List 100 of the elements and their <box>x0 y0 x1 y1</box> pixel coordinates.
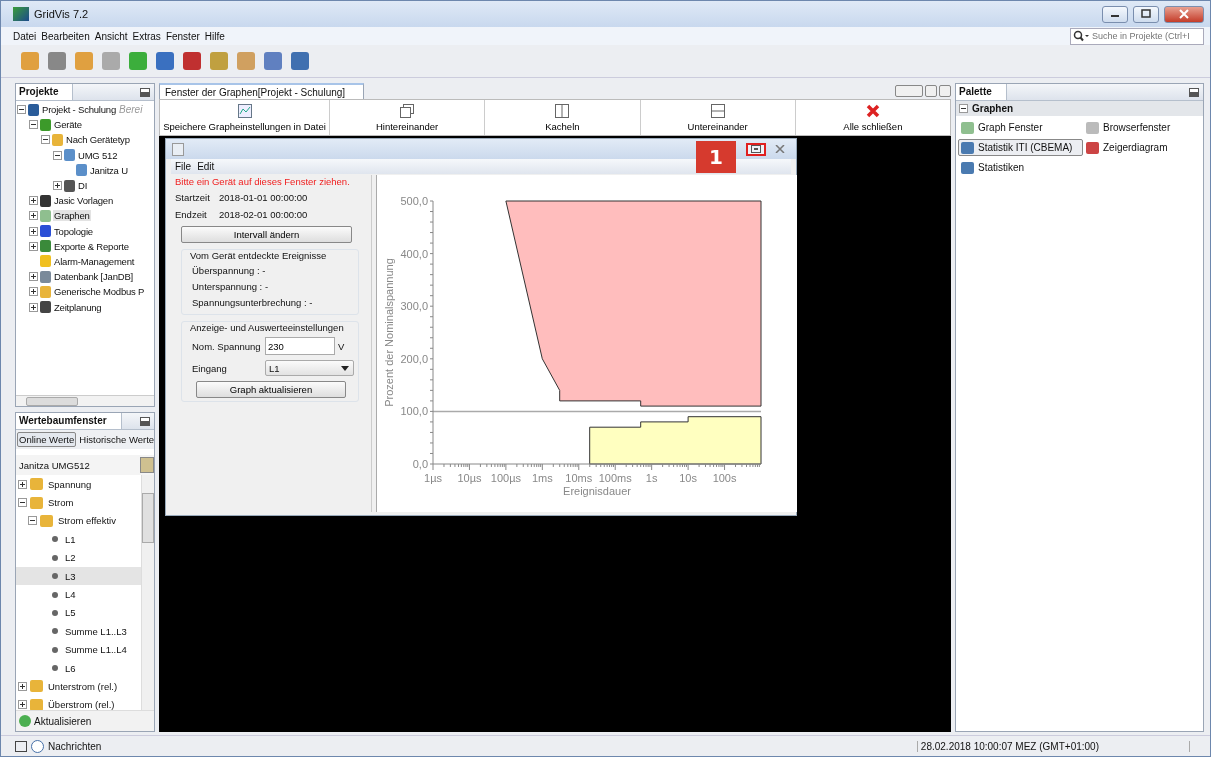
tree-item[interactable]: DI <box>77 180 89 192</box>
tree-toggle[interactable] <box>29 120 38 130</box>
tree-item[interactable]: UMG 512 <box>77 149 119 161</box>
tree-toggle[interactable] <box>29 272 38 282</box>
input-dropdown[interactable]: L1 <box>265 360 354 376</box>
tree-toggle[interactable] <box>28 516 37 526</box>
tree-toggle[interactable] <box>53 181 62 191</box>
tree-item[interactable]: L3 <box>63 570 78 582</box>
windows-icon[interactable] <box>15 740 27 752</box>
collapse-toggle[interactable] <box>959 104 968 113</box>
x-tick-label: 1s <box>645 472 658 484</box>
tree-item[interactable]: Spannung <box>46 478 94 490</box>
minimize-panel-icon[interactable] <box>140 416 150 426</box>
palette-item[interactable]: Statistiken <box>958 159 1083 176</box>
toolbar-button[interactable]: Speichere Grapheinstellungen in Datei <box>160 100 330 135</box>
tree-toggle[interactable] <box>18 479 27 489</box>
y-tick-label: 500,0 <box>400 195 428 207</box>
menu-item[interactable]: File <box>175 161 192 172</box>
tree-item[interactable]: Datenbank [JanDB] <box>53 271 134 283</box>
menu-item[interactable]: Fenster <box>165 30 200 42</box>
tree-toggle[interactable] <box>53 150 62 160</box>
maximize-icon[interactable] <box>939 85 951 97</box>
minimize-button[interactable] <box>1102 5 1128 23</box>
tree-toggle[interactable] <box>29 226 38 236</box>
x-axis-title: Ereignisdauer <box>563 485 631 497</box>
status-text: Berei <box>119 104 143 116</box>
dropdown-icon[interactable] <box>925 85 937 97</box>
tree-item[interactable]: Unterstrom (rel.) <box>46 681 120 692</box>
vertical-scrollbar[interactable] <box>141 475 154 710</box>
maximize-icon <box>1141 9 1151 19</box>
tree-item[interactable]: Projekt - Schulung <box>41 104 118 116</box>
palette-item[interactable]: Statistik ITI (CBEMA) <box>958 139 1083 156</box>
tree-toggle[interactable] <box>29 302 38 312</box>
tab[interactable]: Historische Werte <box>77 432 157 447</box>
info-icon <box>31 739 44 753</box>
tree-item[interactable]: L1 <box>63 533 78 545</box>
tree-toggle[interactable] <box>29 241 38 251</box>
panel-tab[interactable]: Palette <box>956 84 1007 100</box>
tree-item[interactable]: Summe L1..L4 <box>63 644 129 656</box>
selected-row[interactable]: L3 <box>16 566 141 586</box>
tree-item[interactable]: Graphen <box>53 210 91 222</box>
palette-item[interactable]: Zeigerdiagram <box>1083 139 1198 156</box>
tree-item[interactable]: L5 <box>63 607 78 619</box>
update-graph-button[interactable]: Graph aktualisieren <box>196 381 346 398</box>
tree-item[interactable]: Strom effektiv <box>56 515 118 527</box>
menu-item[interactable]: Extras <box>132 30 161 42</box>
menu-item[interactable]: Ansicht <box>94 30 128 42</box>
messages-link[interactable]: Nachrichten <box>48 740 102 752</box>
tree-item[interactable]: Zeitplanung <box>53 301 103 313</box>
tree-toggle[interactable] <box>29 196 38 206</box>
panel-tab[interactable]: Wertebaumfenster <box>16 413 122 429</box>
tree-toggle[interactable] <box>18 498 27 508</box>
tree-item[interactable]: Überstrom (rel.) <box>46 699 117 710</box>
menu-item[interactable]: Datei <box>13 30 37 42</box>
section-title: Graphen <box>972 103 1014 114</box>
tree-item[interactable]: L6 <box>63 662 78 674</box>
tree-item[interactable]: Janitza U <box>89 164 129 176</box>
minimize-panel-icon[interactable] <box>140 87 150 97</box>
tree-item[interactable]: Topologie <box>53 225 94 237</box>
horizontal-scrollbar[interactable] <box>16 395 154 406</box>
tree-toggle[interactable] <box>41 135 50 145</box>
menu-item[interactable]: Hilfe <box>204 30 225 42</box>
tree-item[interactable]: Jasic Vorlagen <box>53 195 114 207</box>
tree-item[interactable]: Geräte <box>53 119 83 131</box>
restore-button[interactable] <box>746 142 766 156</box>
tree-toggle[interactable] <box>29 287 38 297</box>
y-tick-label: 400,0 <box>400 247 428 260</box>
menu-item[interactable]: Bearbeiten <box>41 30 90 42</box>
tree-item[interactable]: Summe L1..L3 <box>63 625 129 637</box>
tree-item[interactable]: L2 <box>63 552 78 564</box>
dot-icon <box>52 573 58 580</box>
search-field[interactable]: Suche in Projekte (Ctrl+I <box>1070 27 1204 45</box>
palette-section-header[interactable]: Graphen <box>956 101 1203 116</box>
panel-tab[interactable]: Projekte <box>16 84 74 100</box>
x-tick-label: 1µs <box>424 472 442 484</box>
tree-toggle[interactable] <box>18 682 27 691</box>
tree-toggle[interactable] <box>18 700 27 710</box>
tree-toggle[interactable] <box>17 105 26 115</box>
minimize-panel-icon[interactable] <box>1189 87 1199 97</box>
menu-item[interactable]: Edit <box>197 161 215 172</box>
maximize-button[interactable] <box>1133 5 1159 23</box>
tree-item[interactable]: Alarm-Management <box>53 255 136 267</box>
tree-item[interactable]: Generische Modbus P <box>53 286 146 298</box>
dot-icon <box>52 554 58 561</box>
close-button[interactable] <box>1164 5 1204 23</box>
tree-item[interactable]: Nach Gerätetyp <box>65 134 131 146</box>
voltage-input[interactable]: 230 <box>265 337 335 355</box>
tree-item[interactable]: L4 <box>63 589 78 601</box>
tab[interactable]: Online Werte <box>17 432 77 447</box>
document-tab[interactable]: Fenster der Graphen[Projekt - Schulung] <box>159 82 365 100</box>
tree-item[interactable]: Exporte & Reporte <box>53 240 130 252</box>
interval-button[interactable]: Intervall ändern <box>181 226 352 243</box>
dot-icon <box>52 628 58 635</box>
refresh-button[interactable]: Aktualisieren <box>16 710 154 731</box>
palette-item[interactable]: Browserfenster <box>1083 119 1198 136</box>
tree-toggle[interactable] <box>29 211 38 221</box>
palette-item[interactable]: Graph Fenster <box>958 119 1083 136</box>
tab-navigation-icon[interactable] <box>895 85 923 97</box>
tree-item[interactable]: Strom <box>46 497 76 509</box>
field-label: Startzeit <box>175 192 211 203</box>
